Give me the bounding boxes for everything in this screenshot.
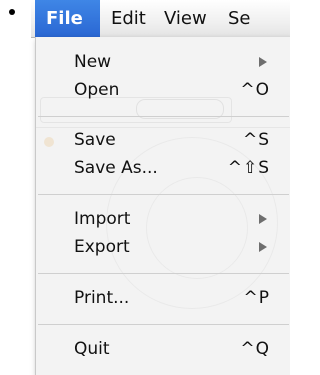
menu-separator <box>38 273 289 274</box>
menu-item-label: Import <box>74 209 131 229</box>
menu-item-shortcut: ^O <box>240 80 270 100</box>
list-bullet <box>9 9 15 15</box>
menu-item-label: Save As... <box>74 158 158 178</box>
menu-item-shortcut: ^⇧S <box>227 158 270 178</box>
menu-edit[interactable]: Edit <box>100 0 157 37</box>
menu-separator <box>38 324 289 325</box>
menu-item-shortcut: ^P <box>243 288 270 308</box>
menu-bar: File Edit View Se <box>31 0 290 38</box>
menu-separator <box>38 116 289 117</box>
submenu-arrow-icon <box>259 242 267 252</box>
menu-item-label: Print... <box>74 288 130 308</box>
menu-item-label: New <box>74 52 112 72</box>
menu-item-save[interactable]: Save ^S <box>36 128 290 152</box>
menu-item-label: Save <box>74 130 116 150</box>
menu-item-import[interactable]: Import <box>36 207 290 231</box>
menu-item-quit[interactable]: Quit ^Q <box>36 337 290 361</box>
menu-item-print[interactable]: Print... ^P <box>36 286 290 310</box>
submenu-arrow-icon <box>259 57 267 67</box>
menu-file[interactable]: File <box>35 0 100 37</box>
menu-truncated[interactable]: Se <box>217 0 262 37</box>
screenshot-stage: File Edit View Se New Open ^O Save ^S Sa… <box>0 0 290 375</box>
menu-item-shortcut: ^Q <box>240 339 270 359</box>
menu-item-new[interactable]: New <box>36 50 290 74</box>
menu-item-save-as[interactable]: Save As... ^⇧S <box>36 156 290 180</box>
submenu-arrow-icon <box>259 214 267 224</box>
file-menu-dropdown: New Open ^O Save ^S Save As... ^⇧S Impor… <box>35 37 290 375</box>
menu-item-export[interactable]: Export <box>36 235 290 259</box>
menu-view[interactable]: View <box>153 0 218 37</box>
menu-item-open[interactable]: Open ^O <box>36 78 290 102</box>
menu-item-label: Export <box>74 237 130 257</box>
menu-item-shortcut: ^S <box>242 130 270 150</box>
menu-item-label: Open <box>74 80 120 100</box>
menu-separator <box>38 194 289 195</box>
menu-item-label: Quit <box>74 339 110 359</box>
